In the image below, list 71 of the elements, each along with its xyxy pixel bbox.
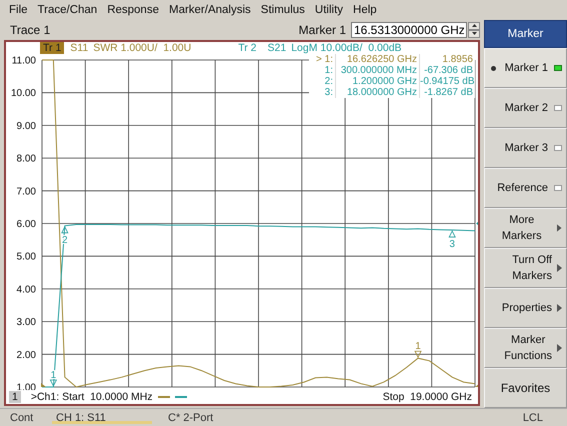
trace-parameter: S21 <box>268 42 286 54</box>
softkey-button[interactable]: Marker Functions <box>484 328 567 368</box>
submenu-arrow-icon <box>557 264 562 272</box>
softkey-button[interactable]: Favorites <box>484 368 567 408</box>
stop-frequency: Stop 19.0000 GHz <box>382 391 472 403</box>
axis-tick-label: 3.00 <box>16 317 36 328</box>
up-arrow-icon <box>472 24 476 27</box>
marker-readout-label: 2: <box>324 76 334 87</box>
trace-scale-label: SWR 1.000U/ 1.00U <box>93 42 192 54</box>
trace-tab[interactable]: Tr 1 <box>40 42 64 54</box>
softkey-button[interactable]: Marker 1 <box>484 48 567 88</box>
softkey-button[interactable]: More Markers <box>484 208 567 248</box>
marker-flag: 3 <box>448 230 456 250</box>
marker-response: -67.306 dB <box>419 65 475 76</box>
softkey-button[interactable]: Turn Off Markers <box>484 248 567 288</box>
selection-dot-icon <box>491 66 496 71</box>
axis-tick-label: 11.00 <box>12 56 36 66</box>
annotation: 1 <box>415 341 422 352</box>
submenu-arrow-icon <box>557 344 562 352</box>
menu-title-button[interactable]: Marker <box>484 20 567 48</box>
reference-marker-icon <box>475 383 478 387</box>
trace-parameter: S11 <box>70 42 88 54</box>
marker-response: 1.8956 <box>419 54 475 65</box>
marker-response: -0.94175 dB <box>419 76 475 87</box>
start-frequency: >Ch1: Start 10.0000 MHz <box>30 391 153 403</box>
axis-tick-label: 2.00 <box>16 350 36 361</box>
menu-item[interactable]: Utility <box>310 4 348 16</box>
marker-readout-label: 1: <box>324 65 334 76</box>
marker-stimulus: 18.000000 GHz <box>335 87 419 98</box>
menu-item[interactable]: Marker/Analysis <box>164 4 256 16</box>
marker-readout-label: 3: <box>324 87 334 98</box>
down-arrow-icon <box>472 32 476 35</box>
annotation: 3 <box>449 239 456 250</box>
axis-tick-label: 7.00 <box>16 186 36 198</box>
menu-item[interactable]: Stimulus <box>256 4 310 16</box>
marker-readout-label: > 1: <box>315 54 334 65</box>
marker-response: -1.8267 dB <box>419 87 475 98</box>
marker-flag: 1 <box>414 341 422 358</box>
marker-stimulus: 1.200000 GHz <box>335 76 419 87</box>
reference-marker-icon <box>476 220 478 228</box>
softkey-button[interactable]: Reference <box>484 168 567 208</box>
axis-tick-label: 9.00 <box>16 120 36 132</box>
remote-status: LCL <box>522 412 543 424</box>
spin-up-button[interactable] <box>468 22 480 30</box>
axis-tick-label: 8.00 <box>16 154 36 165</box>
trace-scale-label: LogM 10.00dB/ 0.00dB <box>291 42 402 54</box>
axis-tick-label: 10.00 <box>10 88 36 100</box>
channel-number: 1 <box>9 391 21 403</box>
menu-item[interactable]: File <box>4 4 33 16</box>
softkey-button[interactable]: Properties <box>484 288 567 328</box>
marker-value-field[interactable]: 16.5313000000 GHz <box>351 22 467 38</box>
axis-tick-label: 5.00 <box>16 252 36 263</box>
submenu-arrow-icon <box>557 224 562 232</box>
sweep-mode-status: Cont <box>10 412 34 424</box>
marker-stimulus: 16.626250 GHz <box>335 54 419 65</box>
legend-line <box>174 396 187 398</box>
channel-status: CH 1: S11 <box>52 412 152 424</box>
calibration-status: C* 2-Port <box>168 412 214 424</box>
axis-tick-label: 4.00 <box>16 284 36 296</box>
marker-label: Marker 1 <box>298 22 346 36</box>
menu-item[interactable]: Response <box>102 4 164 16</box>
axis-tick-label: 6.00 <box>16 219 36 230</box>
reference-marker-icon <box>41 383 46 387</box>
active-trace-label: Trace 1 <box>10 22 50 36</box>
menu-item[interactable]: Trace/Chan <box>32 4 102 16</box>
legend-line <box>158 396 170 398</box>
submenu-arrow-icon <box>557 304 562 312</box>
softkey-button[interactable]: Marker 2 <box>484 88 567 128</box>
softkey-button[interactable]: Marker 3 <box>484 128 567 168</box>
menu-item[interactable]: Help <box>348 4 382 16</box>
marker-stimulus: 300.000000 MHz <box>335 65 419 76</box>
